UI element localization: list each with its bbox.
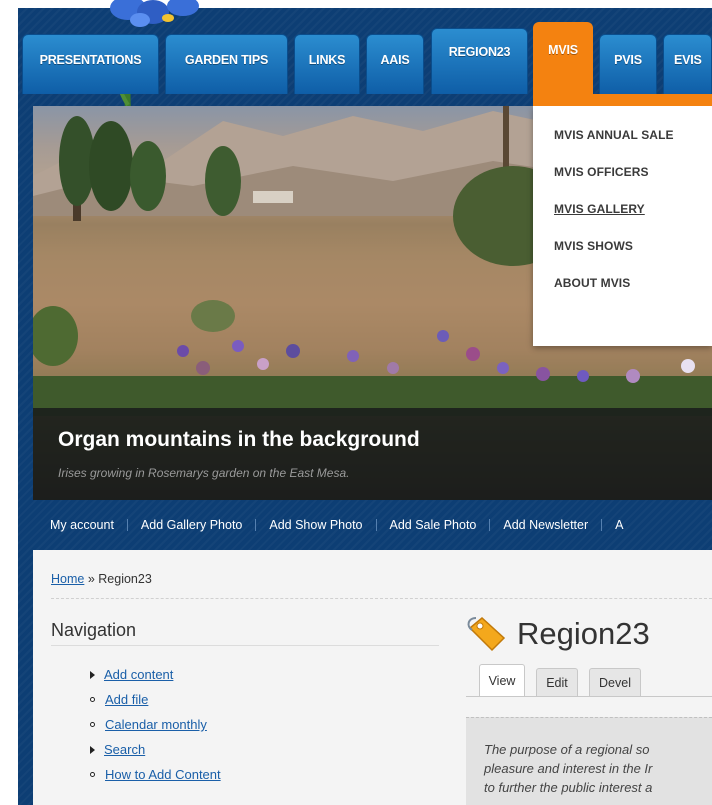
tab-presentations[interactable]: PRESENTATIONS xyxy=(22,34,159,94)
nav-link[interactable]: Search xyxy=(104,742,145,757)
tab-aais[interactable]: AAIS xyxy=(366,34,424,94)
bullet-icon xyxy=(90,722,95,727)
link-add-gallery-photo[interactable]: Add Gallery Photo xyxy=(141,518,255,532)
separator xyxy=(601,519,603,531)
nav-item-add-content[interactable]: Add content xyxy=(90,662,221,687)
menu-item-mvis-shows[interactable]: MVIS SHOWS xyxy=(554,239,712,276)
link-truncated[interactable]: A xyxy=(615,518,636,532)
page-title: Region23 xyxy=(517,616,650,651)
menu-item-mvis-annual-sale[interactable]: MVIS ANNUAL SALE xyxy=(554,128,712,165)
link-add-newsletter[interactable]: Add Newsletter xyxy=(503,518,601,532)
breadcrumb-separator: » xyxy=(87,572,95,586)
page-body: The purpose of a regional so pleasure an… xyxy=(466,717,712,805)
nav-item-calendar-monthly[interactable]: Calendar monthly xyxy=(90,712,221,737)
divider xyxy=(51,598,712,599)
tab-evis[interactable]: EVIS xyxy=(663,34,712,94)
breadcrumb-current: Region23 xyxy=(98,572,152,586)
tab-region23[interactable]: REGION23 xyxy=(431,28,528,94)
link-my-account[interactable]: My account xyxy=(50,518,127,532)
navigation-block-title: Navigation xyxy=(51,620,137,640)
bullet-icon xyxy=(90,697,95,702)
menu-item-mvis-gallery[interactable]: MVIS GALLERY xyxy=(554,202,712,239)
tab-links[interactable]: LINKS xyxy=(294,34,360,94)
body-text-line: pleasure and interest in the Ir xyxy=(484,761,653,776)
tag-icon xyxy=(467,617,506,652)
separator xyxy=(126,519,128,531)
link-add-show-photo[interactable]: Add Show Photo xyxy=(269,518,375,532)
page-tabs: View Edit Devel xyxy=(479,664,712,696)
main-content: Home » Region23 Navigation Add content A… xyxy=(33,550,712,805)
breadcrumb-home-link[interactable]: Home xyxy=(51,572,84,586)
tab-devel[interactable]: Devel xyxy=(589,668,641,696)
tab-pvis[interactable]: PVIS xyxy=(599,34,657,94)
link-add-sale-photo[interactable]: Add Sale Photo xyxy=(390,518,490,532)
slideshow-caption: Organ mountains in the background Irises… xyxy=(33,408,712,500)
divider xyxy=(466,696,712,697)
nav-item-search[interactable]: Search xyxy=(90,737,221,762)
collapsed-arrow-icon xyxy=(90,745,95,754)
menu-item-about-mvis[interactable]: ABOUT MVIS xyxy=(554,276,712,313)
breadcrumb: Home » Region23 xyxy=(51,572,152,586)
main-menu: PRESENTATIONS GARDEN TIPS LINKS AAIS REG… xyxy=(22,22,712,94)
caption-subtitle: Irises growing in Rosemarys garden on th… xyxy=(58,466,350,480)
nav-item-how-to-add-content[interactable]: How to Add Content xyxy=(90,762,221,787)
menu-item-mvis-officers[interactable]: MVIS OFFICERS xyxy=(554,165,712,202)
user-menu: My account Add Gallery Photo Add Show Ph… xyxy=(33,500,712,550)
body-text-line: to further the public interest a xyxy=(484,780,653,795)
separator xyxy=(255,519,257,531)
nav-link[interactable]: How to Add Content xyxy=(105,767,221,782)
nav-item-add-file[interactable]: Add file xyxy=(90,687,221,712)
bullet-icon xyxy=(90,772,95,777)
dropdown-accent-bar xyxy=(533,94,712,106)
tab-garden-tips[interactable]: GARDEN TIPS xyxy=(165,34,288,94)
nav-link[interactable]: Add content xyxy=(104,667,173,682)
separator xyxy=(375,519,377,531)
nav-link[interactable]: Calendar monthly xyxy=(105,717,207,732)
collapsed-arrow-icon xyxy=(90,670,95,679)
separator xyxy=(489,519,491,531)
nav-link[interactable]: Add file xyxy=(105,692,148,707)
mvis-dropdown-menu: MVIS ANNUAL SALE MVIS OFFICERS MVIS GALL… xyxy=(533,106,712,346)
navigation-list: Add content Add file Calendar monthly Se… xyxy=(90,662,221,787)
tab-mvis[interactable]: MVIS xyxy=(533,22,593,94)
caption-title: Organ mountains in the background xyxy=(58,428,420,451)
body-text-line: The purpose of a regional so xyxy=(484,742,650,757)
tab-view[interactable]: View xyxy=(479,664,525,696)
left-margin xyxy=(0,0,18,805)
tab-edit[interactable]: Edit xyxy=(536,668,578,696)
divider xyxy=(51,645,439,646)
